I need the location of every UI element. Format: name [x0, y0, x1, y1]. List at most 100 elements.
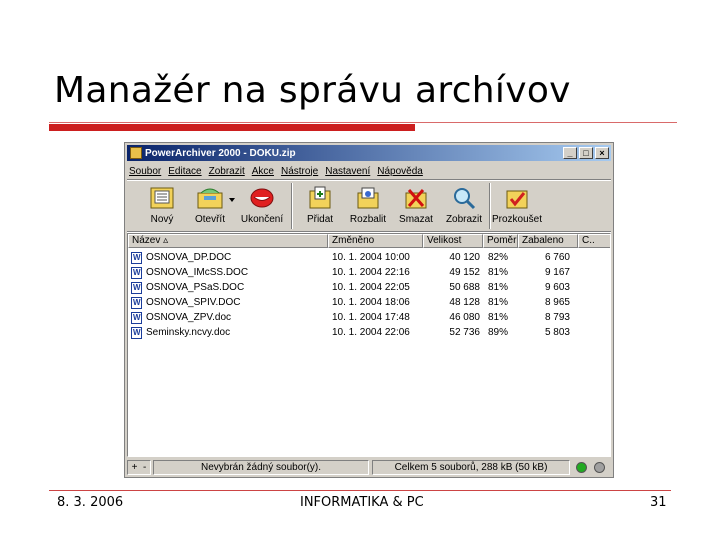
- menu-editace[interactable]: Editace: [168, 166, 201, 177]
- add-files-icon: [309, 186, 331, 209]
- toolbar-new-label: Nový: [150, 214, 174, 225]
- file-ratio: 81%: [488, 282, 509, 293]
- menu-soubor[interactable]: Soubor: [129, 166, 161, 177]
- table-row[interactable]: OSNOVA_DP.DOC 10. 1. 2004 10:00 40 120 8…: [128, 250, 610, 265]
- column-header-modified[interactable]: Změněno: [328, 234, 423, 248]
- file-size: 48 128: [449, 297, 480, 308]
- toolbar-delete-button[interactable]: Smazat: [391, 181, 441, 231]
- file-size: 46 080: [449, 312, 480, 323]
- toolbar-new-button[interactable]: Nový: [137, 181, 187, 231]
- footer-divider: [49, 490, 671, 491]
- exit-icon: [250, 188, 274, 208]
- toolbar-view-button[interactable]: Zobrazit: [439, 181, 489, 231]
- toolbar-exit-button[interactable]: Ukončení: [237, 181, 287, 231]
- column-header-size[interactable]: Velikost: [423, 234, 483, 248]
- file-name: OSNOVA_PSaS.DOC: [146, 282, 245, 293]
- file-modified: 10. 1. 2004 22:05: [332, 282, 410, 293]
- slide-title: Manažér na správu archívov: [54, 70, 571, 111]
- toolbar: Nový Otevřít Ukončení Přidat Rozbalit Sm…: [129, 181, 609, 233]
- file-packed: 6 760: [544, 252, 570, 263]
- close-button[interactable]: ×: [595, 147, 609, 159]
- menu-napoveda[interactable]: Nápověda: [377, 166, 423, 177]
- file-size: 50 688: [449, 282, 480, 293]
- file-ratio: 81%: [488, 312, 509, 323]
- column-header-crc[interactable]: C..: [578, 234, 610, 248]
- file-packed: 9 603: [544, 282, 570, 293]
- file-name: OSNOVA_IMcSS.DOC: [146, 267, 249, 278]
- toolbar-extract-button[interactable]: Rozbalit: [343, 181, 393, 231]
- toolbar-separator-2: [489, 183, 491, 229]
- title-underline: [49, 122, 677, 123]
- table-row[interactable]: Seminsky.ncvy.doc 10. 1. 2004 22:06 52 7…: [128, 325, 610, 340]
- toolbar-delete-label: Smazat: [399, 214, 433, 225]
- table-row[interactable]: OSNOVA_SPIV.DOC 10. 1. 2004 18:06 48 128…: [128, 295, 610, 310]
- column-header-packed[interactable]: Zabaleno: [518, 234, 578, 248]
- status-toggle-pane[interactable]: + -: [127, 460, 151, 475]
- word-document-icon: [131, 310, 142, 325]
- window-titlebar[interactable]: PowerArchiver 2000 - DOKU.zip _ □ ×: [127, 145, 611, 161]
- file-list[interactable]: Název ▵ Změněno Velikost Poměr Zabaleno …: [127, 233, 611, 457]
- file-packed: 5 803: [544, 327, 570, 338]
- file-ratio: 89%: [488, 327, 509, 338]
- file-name: Seminsky.ncvy.doc: [146, 327, 231, 338]
- word-document-icon: [131, 265, 142, 280]
- toolbar-add-label: Přidat: [306, 214, 334, 225]
- file-size: 52 736: [449, 327, 480, 338]
- menu-zobrazit[interactable]: Zobrazit: [209, 166, 245, 177]
- toolbar-test-button[interactable]: Prozkoušet: [492, 181, 542, 231]
- toolbar-open-label: Otevřít: [194, 214, 225, 225]
- toolbar-open-button[interactable]: Otevřít: [185, 181, 235, 231]
- file-size: 49 152: [449, 267, 480, 278]
- file-name: OSNOVA_SPIV.DOC: [146, 297, 241, 308]
- footer-center-text: INFORMATIKA & PC: [300, 495, 424, 510]
- file-modified: 10. 1. 2004 18:06: [332, 297, 410, 308]
- file-packed: 9 167: [544, 267, 570, 278]
- file-modified: 10. 1. 2004 22:06: [332, 327, 410, 338]
- file-ratio: 82%: [488, 252, 509, 263]
- table-row[interactable]: OSNOVA_ZPV.doc 10. 1. 2004 17:48 46 080 …: [128, 310, 610, 325]
- word-document-icon: [131, 295, 142, 310]
- file-packed: 8 965: [544, 297, 570, 308]
- title-accent-bar: [49, 124, 415, 131]
- menu-nastroje[interactable]: Nástroje: [281, 166, 318, 177]
- footer-date: 8. 3. 2006: [57, 495, 124, 510]
- minimize-button[interactable]: _: [563, 147, 577, 159]
- column-header-ratio[interactable]: Poměr: [483, 234, 518, 248]
- toolbar-extract-label: Rozbalit: [349, 214, 387, 225]
- new-archive-icon: [150, 187, 174, 209]
- word-document-icon: [131, 280, 142, 295]
- column-header-name[interactable]: Název ▵: [128, 234, 328, 248]
- toolbar-add-button[interactable]: Přidat: [295, 181, 345, 231]
- word-document-icon: [131, 250, 142, 265]
- delete-icon: [405, 189, 427, 209]
- table-row[interactable]: OSNOVA_IMcSS.DOC 10. 1. 2004 22:16 49 15…: [128, 265, 610, 280]
- extract-icon: [357, 187, 379, 209]
- page-number: 31: [650, 495, 667, 510]
- toolbar-test-label: Prozkoušet: [492, 214, 543, 225]
- word-document-icon: [131, 325, 142, 340]
- app-icon: [130, 147, 142, 159]
- status-idle-indicator-icon: [594, 462, 605, 473]
- status-total: Celkem 5 souborů, 288 kB (50 kB): [372, 460, 570, 475]
- menu-nastaveni[interactable]: Nastavení: [325, 166, 370, 177]
- file-size: 40 120: [449, 252, 480, 263]
- open-dropdown-arrow-icon[interactable]: [229, 198, 235, 202]
- maximize-button[interactable]: □: [579, 147, 593, 159]
- status-ok-indicator-icon: [576, 462, 587, 473]
- file-ratio: 81%: [488, 297, 509, 308]
- file-modified: 10. 1. 2004 10:00: [332, 252, 410, 263]
- menubar: Soubor Editace Zobrazit Akce Nástroje Na…: [129, 163, 430, 179]
- powerarchiver-window: PowerArchiver 2000 - DOKU.zip _ □ × Soub…: [124, 142, 614, 478]
- open-archive-icon: [197, 188, 223, 209]
- file-modified: 10. 1. 2004 17:48: [332, 312, 410, 323]
- file-ratio: 81%: [488, 267, 509, 278]
- table-row[interactable]: OSNOVA_PSaS.DOC 10. 1. 2004 22:05 50 688…: [128, 280, 610, 295]
- menu-akce[interactable]: Akce: [252, 166, 274, 177]
- toolbar-separator: [291, 183, 293, 229]
- window-title: PowerArchiver 2000 - DOKU.zip: [145, 147, 296, 159]
- status-selection: Nevybrán žádný soubor(y).: [153, 460, 369, 475]
- toolbar-exit-label: Ukončení: [240, 214, 284, 225]
- toolbar-view-label: Zobrazit: [445, 214, 483, 225]
- view-icon: [454, 188, 476, 210]
- file-name: OSNOVA_ZPV.doc: [146, 312, 232, 323]
